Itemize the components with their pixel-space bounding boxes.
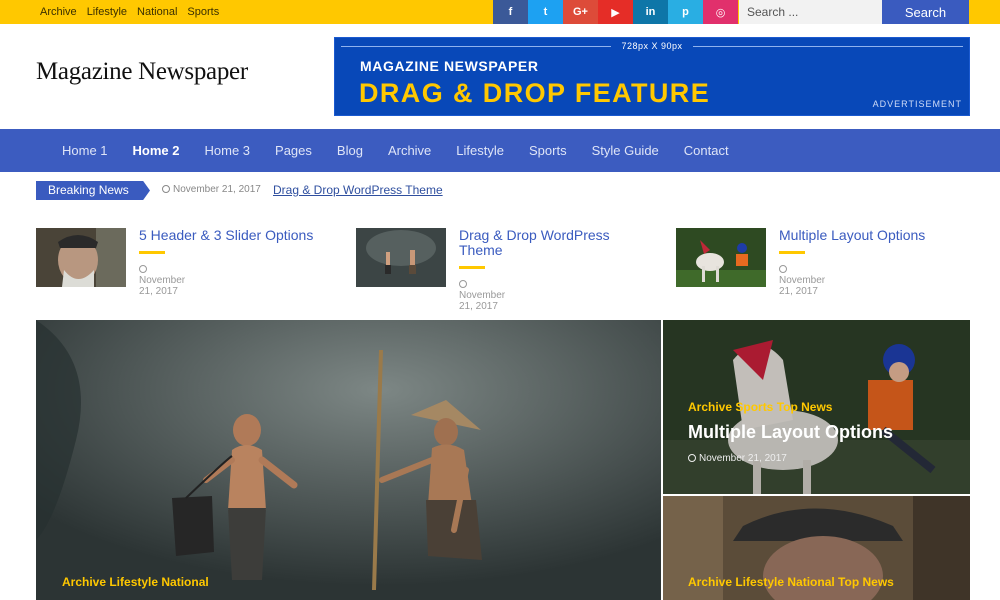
- breaking-date-text: November 21, 2017: [173, 184, 261, 195]
- post-date-text: November 21, 2017: [699, 453, 787, 464]
- ad-label: ADVERTISEMENT: [872, 99, 962, 109]
- post-categories[interactable]: Archive Lifestyle National Top News: [688, 575, 894, 589]
- breaking-news-link[interactable]: Drag & Drop WordPress Theme: [273, 183, 443, 197]
- nav-lifestyle[interactable]: Lifestyle: [456, 143, 504, 158]
- google-plus-icon[interactable]: G+: [563, 0, 598, 24]
- youtube-icon[interactable]: ▶: [598, 0, 633, 24]
- post-title[interactable]: Drag & Drop WordPress Theme: [459, 228, 639, 258]
- advertisement-banner[interactable]: 728px X 90px MAGAZINE NEWSPAPER DRAG & D…: [334, 37, 970, 116]
- clock-icon: [688, 454, 696, 462]
- nav-sports[interactable]: Sports: [529, 143, 567, 158]
- top-link-lifestyle[interactable]: Lifestyle: [87, 6, 127, 18]
- nav-blog[interactable]: Blog: [337, 143, 363, 158]
- nav-home-3[interactable]: Home 3: [205, 143, 251, 158]
- nav-archive[interactable]: Archive: [388, 143, 431, 158]
- featured-side-post[interactable]: Archive Lifestyle National Top News: [663, 496, 970, 600]
- post-accent-bar: [139, 251, 165, 254]
- post-date: November 21, 2017: [459, 279, 505, 312]
- nav-style-guide[interactable]: Style Guide: [592, 143, 659, 158]
- instagram-icon[interactable]: ◎: [703, 0, 738, 24]
- ad-title: MAGAZINE NEWSPAPER: [360, 58, 539, 74]
- clock-icon: [139, 265, 147, 273]
- post-accent-bar: [779, 251, 805, 254]
- post-date-text: November 21, 2017: [779, 275, 826, 297]
- featured-side-post[interactable]: Archive Sports Top News Multiple Layout …: [663, 320, 970, 494]
- post-date-text: November 21, 2017: [459, 290, 506, 312]
- social-icons: f t G+ ▶ in p ◎: [493, 0, 738, 24]
- pinterest-icon[interactable]: p: [668, 0, 703, 24]
- top-links: Archive Lifestyle National Sports: [40, 0, 219, 24]
- post-thumbnail[interactable]: [36, 228, 126, 287]
- post-date-text: November 21, 2017: [139, 275, 186, 297]
- top-link-national[interactable]: National: [137, 6, 177, 18]
- post-categories[interactable]: Archive Sports Top News: [688, 400, 832, 414]
- post-date: November 21, 2017: [688, 453, 787, 464]
- site-logo[interactable]: Magazine Newspaper: [36, 58, 248, 86]
- nav-home-1[interactable]: Home 1: [62, 143, 108, 158]
- post-thumbnail[interactable]: [676, 228, 766, 287]
- post-title[interactable]: 5 Header & 3 Slider Options: [139, 228, 319, 243]
- nav-home-2[interactable]: Home 2: [133, 143, 180, 158]
- post-date: November 21, 2017: [779, 264, 825, 297]
- breaking-news-label: Breaking News: [36, 181, 150, 200]
- facebook-icon[interactable]: f: [493, 0, 528, 24]
- nav-contact[interactable]: Contact: [684, 143, 729, 158]
- post-thumbnail[interactable]: [356, 228, 446, 287]
- top-bar: Archive Lifestyle National Sports f t G+…: [0, 0, 1000, 24]
- clock-icon: [459, 280, 467, 288]
- clock-icon: [162, 185, 170, 193]
- ad-size-label: 728px X 90px: [335, 41, 969, 51]
- ad-headline: DRAG & DROP FEATURE: [359, 78, 711, 108]
- featured-main-image: [36, 320, 661, 600]
- post-title[interactable]: Multiple Layout Options: [688, 422, 893, 443]
- linkedin-icon[interactable]: in: [633, 0, 668, 24]
- twitter-icon[interactable]: t: [528, 0, 563, 24]
- featured-main-post[interactable]: Archive Lifestyle National: [36, 320, 661, 600]
- post-title[interactable]: Multiple Layout Options: [779, 228, 959, 243]
- main-nav: Home 1 Home 2 Home 3 Pages Blog Archive …: [0, 129, 1000, 172]
- search-input[interactable]: [739, 0, 882, 24]
- breaking-news-date: November 21, 2017: [162, 184, 261, 195]
- nav-pages[interactable]: Pages: [275, 143, 312, 158]
- clock-icon: [779, 265, 787, 273]
- top-link-archive[interactable]: Archive: [40, 6, 77, 18]
- search-button[interactable]: Search: [882, 0, 969, 24]
- post-categories[interactable]: Archive Lifestyle National: [62, 575, 209, 589]
- post-accent-bar: [459, 266, 485, 269]
- post-date: November 21, 2017: [139, 264, 185, 297]
- top-link-sports[interactable]: Sports: [187, 6, 219, 18]
